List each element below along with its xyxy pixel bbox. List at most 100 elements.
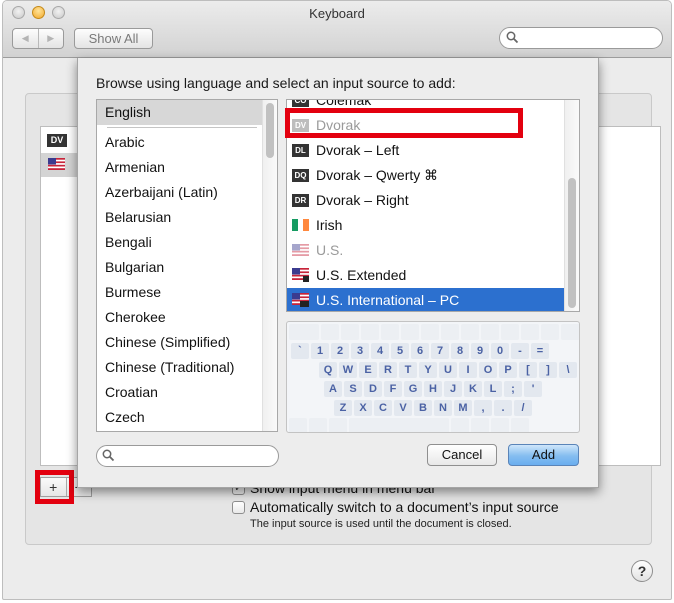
- keyboard-key: K: [464, 381, 482, 397]
- dvorak-qwerty-icon: DQ: [292, 169, 309, 182]
- show-all-button[interactable]: Show All: [74, 28, 153, 49]
- keyboard-row-function: [289, 324, 579, 341]
- input-source-item-dvorak-right[interactable]: DR Dvorak – Right: [287, 188, 564, 213]
- language-item[interactable]: Bulgarian: [97, 255, 265, 280]
- preferences-search-field[interactable]: [499, 27, 663, 49]
- keyboard-key: ': [524, 381, 542, 397]
- auto-switch-label: Automatically switch to a document’s inp…: [250, 499, 559, 515]
- keyboard-key: R: [379, 362, 397, 378]
- keyboard-key: H: [424, 381, 442, 397]
- keyboard-key: X: [354, 400, 372, 416]
- keyboard-row-qwerty: Q W E R T Y U I O P[] \: [319, 362, 579, 379]
- keyboard-key: Z: [334, 400, 352, 416]
- language-list[interactable]: English Arabic Armenian Azerbaijani (Lat…: [96, 99, 278, 432]
- language-item[interactable]: Armenian: [97, 155, 265, 180]
- keyboard-key: D: [364, 381, 382, 397]
- keyboard-key: M: [454, 400, 472, 416]
- keyboard-key: Y: [419, 362, 437, 378]
- input-source-label: Irish: [316, 217, 343, 233]
- keyboard-key: [: [519, 362, 537, 378]
- keyboard-key: O: [479, 362, 497, 378]
- back-button[interactable]: ◀: [13, 29, 39, 48]
- input-source-label: U.S.: [316, 242, 344, 258]
- input-source-scroll-thumb[interactable]: [568, 178, 576, 308]
- keyboard-key: /: [514, 400, 532, 416]
- input-source-label: Dvorak – Qwerty ⌘: [316, 167, 439, 183]
- keyboard-key: J: [444, 381, 462, 397]
- keyboard-row-bottom: Z X C V B N M,. /: [334, 400, 534, 417]
- search-icon: [102, 449, 115, 462]
- input-source-item-dvorak-left[interactable]: DL Dvorak – Left: [287, 138, 564, 163]
- dvorak-right-icon: DR: [292, 194, 309, 207]
- language-item[interactable]: Burmese: [97, 280, 265, 305]
- input-source-label: U.S. International – PC: [316, 292, 460, 308]
- forward-button[interactable]: ▶: [39, 29, 64, 48]
- auto-switch-hint: The input source is used until the docum…: [250, 518, 512, 530]
- keyboard-layout-preview: ` 1 2 3 4 5 6 7 8 9 0- = Q W E R T Y U I O P[] \ A S D F G H J K L; ' …: [286, 321, 580, 433]
- irish-flag-icon: [292, 219, 309, 231]
- language-item[interactable]: Chinese (Simplified): [97, 330, 265, 355]
- keyboard-row-space: [289, 418, 531, 432]
- language-item[interactable]: Croatian: [97, 380, 265, 405]
- keyboard-key: G: [404, 381, 422, 397]
- keyboard-key: \: [559, 362, 577, 378]
- keyboard-key: 9: [471, 343, 489, 359]
- keyboard-key: .: [494, 400, 512, 416]
- add-button[interactable]: Add: [508, 444, 579, 466]
- highlight-annotation-add-button: [35, 470, 74, 504]
- us-flag-icon: [48, 158, 65, 170]
- language-item-english[interactable]: English: [97, 100, 265, 125]
- keyboard-row-numbers: ` 1 2 3 4 5 6 7 8 9 0- =: [291, 343, 551, 360]
- keyboard-key: U: [439, 362, 457, 378]
- input-source-list-scrollbar[interactable]: [564, 100, 579, 311]
- language-item[interactable]: Czech: [97, 405, 265, 430]
- language-item[interactable]: Bengali: [97, 230, 265, 255]
- keyboard-key: 2: [331, 343, 349, 359]
- keyboard-key: I: [459, 362, 477, 378]
- keyboard-key: 6: [411, 343, 429, 359]
- keyboard-key: 5: [391, 343, 409, 359]
- language-list-separator: [107, 127, 257, 128]
- language-item[interactable]: Belarusian: [97, 205, 265, 230]
- keyboard-key: N: [434, 400, 452, 416]
- keyboard-key: P: [499, 362, 517, 378]
- triangle-left-icon: ◀: [21, 33, 29, 43]
- input-source-item-us-extended[interactable]: U.S. Extended: [287, 263, 564, 288]
- input-source-item-us[interactable]: U.S.: [287, 238, 564, 263]
- cancel-button[interactable]: Cancel: [427, 444, 497, 466]
- language-list-scrollbar[interactable]: [262, 100, 277, 431]
- input-source-search-field[interactable]: [96, 445, 279, 467]
- search-icon: [506, 31, 519, 44]
- language-list-scroll-thumb[interactable]: [266, 103, 274, 158]
- input-source-item-us-international-pc[interactable]: U.S. International – PC: [287, 288, 564, 311]
- language-item[interactable]: Cherokee: [97, 305, 265, 330]
- keyboard-key: 7: [431, 343, 449, 359]
- input-source-item-dvorak-qwerty[interactable]: DQ Dvorak – Qwerty ⌘: [287, 163, 564, 188]
- keyboard-key: Q: [319, 362, 337, 378]
- keyboard-key: 1: [311, 343, 329, 359]
- keyboard-key: V: [394, 400, 412, 416]
- language-item[interactable]: Arabic: [97, 130, 265, 155]
- language-item[interactable]: Chinese (Traditional): [97, 355, 265, 380]
- language-item[interactable]: Azerbaijani (Latin): [97, 180, 265, 205]
- window-title: Keyboard: [309, 6, 365, 21]
- keyboard-key: A: [324, 381, 342, 397]
- keyboard-key: ,: [474, 400, 492, 416]
- input-source-label: Dvorak – Right: [316, 192, 409, 208]
- help-button[interactable]: ?: [631, 560, 653, 582]
- keyboard-key: E: [359, 362, 377, 378]
- auto-switch-checkbox[interactable]: [232, 501, 245, 514]
- keyboard-key: 3: [351, 343, 369, 359]
- keyboard-key: W: [339, 362, 357, 378]
- sheet-prompt: Browse using language and select an inpu…: [96, 75, 456, 91]
- input-source-preview-area: [597, 126, 661, 466]
- input-source-label: U.S. Extended: [316, 267, 407, 283]
- keyboard-row-home: A S D F G H J K L; ': [324, 381, 544, 398]
- dvorak-left-icon: DL: [292, 144, 309, 157]
- input-source-item-irish[interactable]: Irish: [287, 213, 564, 238]
- keyboard-key: -: [511, 343, 529, 359]
- keyboard-key: C: [374, 400, 392, 416]
- triangle-right-icon: ▶: [47, 33, 55, 43]
- navigation-buttons: ◀ ▶: [12, 28, 64, 49]
- keyboard-key: L: [484, 381, 502, 397]
